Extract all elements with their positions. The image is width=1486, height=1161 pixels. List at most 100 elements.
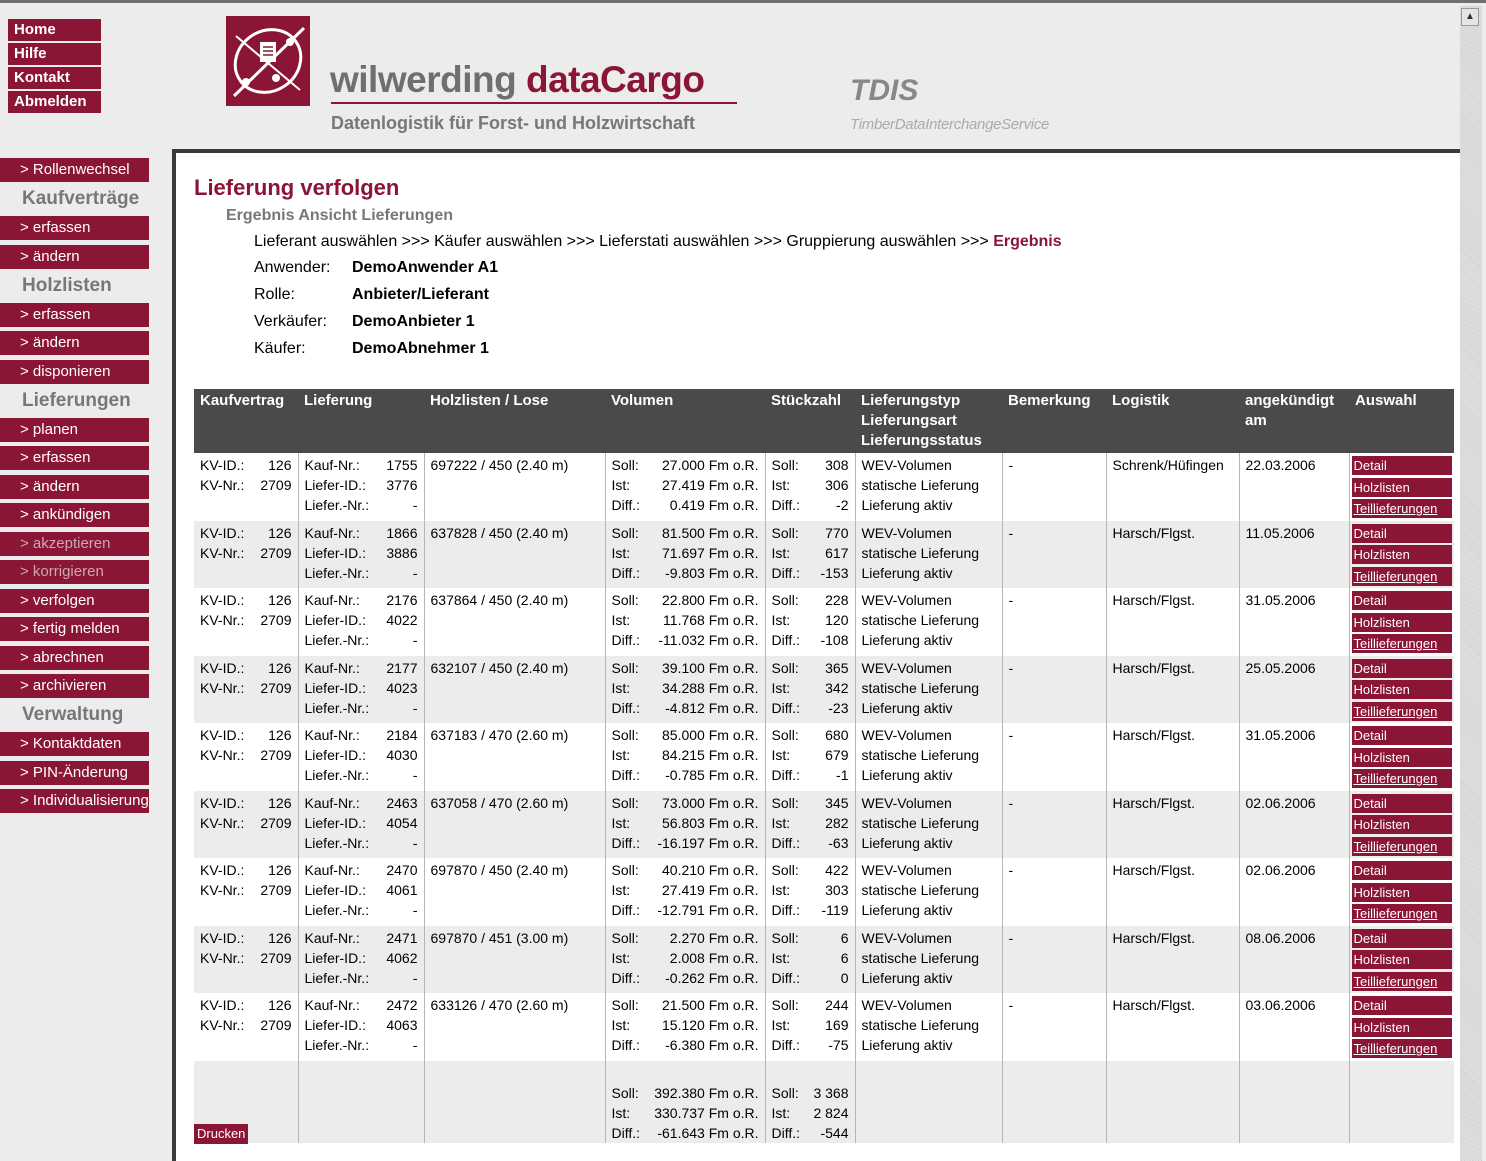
holzlisten-button[interactable]: Holzlisten	[1351, 680, 1452, 699]
angekuendigt-date: 02.06.2006	[1245, 862, 1316, 878]
print-button[interactable]: Drucken	[194, 1124, 249, 1144]
lieferung-typ: WEV-Volumen	[861, 727, 952, 743]
sidebar-item[interactable]: > planen	[0, 417, 149, 442]
teillieferungen-button[interactable]: Teillieferungen	[1351, 904, 1452, 923]
detail-button[interactable]: Detail	[1351, 456, 1452, 475]
cell-angekuendigt: 31.05.2006	[1238, 588, 1349, 656]
teillieferungen-button[interactable]: Teillieferungen	[1351, 701, 1452, 721]
teillieferungen-button[interactable]: Teillieferungen	[1351, 566, 1452, 586]
kv-nr-label: KV-Nr.:	[200, 477, 245, 493]
detail-button[interactable]: Detail	[1351, 726, 1452, 745]
sidebar-item[interactable]: > ändern	[0, 244, 149, 269]
top-nav-hilfe-button[interactable]: Hilfe	[8, 43, 101, 65]
sidebar-item-rollenwechsel[interactable]: > Rollenwechsel	[0, 158, 149, 182]
liefer-id-value: 4062	[386, 949, 418, 966]
vol-diff-label: Diff.:	[611, 497, 641, 513]
liefer-id-label: Liefer-ID.:	[304, 477, 366, 493]
kauf-nr-value: 2177	[386, 659, 418, 676]
cell-lieferung: Kauf-Nr.: 1866 Liefer-ID.: 3886 Liefer.-Nr.:…	[297, 520, 424, 588]
cell-stueckzahl: Soll: 228 Ist: 120 Diff.: -108	[764, 588, 855, 656]
info-row: Rolle: Anbieter/Lieferant	[254, 286, 489, 304]
top-nav-kontakt-button[interactable]: Kontakt	[8, 67, 101, 89]
st-diff-value: 0	[840, 969, 849, 986]
lieferung-status: Lieferung aktiv	[861, 497, 953, 513]
teillieferungen-button[interactable]: Teillieferungen	[1351, 1039, 1452, 1058]
top-nav-home-button[interactable]: Home	[8, 19, 101, 41]
vol-soll-value: 85.000 Fm o.R.	[662, 727, 759, 743]
vertical-scrollbar[interactable]	[1460, 6, 1482, 1161]
holzlisten-button[interactable]: Holzlisten	[1351, 1017, 1452, 1037]
column-header: Stückzahl	[765, 389, 855, 453]
sidebar-item[interactable]: > Individualisierung	[0, 789, 149, 813]
st-ist-value: 679	[825, 747, 849, 763]
teillieferungen-button[interactable]: Teillieferungen	[1351, 769, 1452, 788]
kv-nr-label: KV-Nr.:	[200, 544, 245, 561]
teillieferungen-button[interactable]: Teillieferungen	[1351, 499, 1452, 518]
top-nav-abmelden-button[interactable]: Abmelden	[8, 91, 101, 113]
sidebar-item[interactable]: > erfassen	[0, 446, 149, 470]
holzlisten-button[interactable]: Holzlisten	[1351, 882, 1452, 902]
detail-button[interactable]: Detail	[1351, 996, 1452, 1015]
st-diff: Diff.: 0	[772, 968, 849, 988]
cell-lieferungstyp: WEV-Volumen statische Lieferung Lieferung …	[854, 925, 1002, 993]
sidebar-item[interactable]: > fertig melden	[0, 617, 149, 641]
scroll-up-arrow-icon[interactable]: ▲	[1461, 8, 1479, 26]
holzlisten-button[interactable]: Holzlisten	[1351, 747, 1452, 767]
tdis-subtitle: TimberDataInterchangeService	[850, 116, 1050, 133]
kv-nr: KV-Nr.: 2709	[200, 610, 292, 630]
st-ist-label: Ist:	[771, 747, 791, 763]
detail-button[interactable]: Detail	[1351, 793, 1452, 813]
sidebar-item[interactable]: > abrechnen	[0, 645, 149, 670]
liefer-nr-label: Liefer.-Nr.:	[304, 767, 370, 783]
sidebar-item[interactable]: > ändern	[0, 331, 149, 355]
holzlisten-button[interactable]: Holzlisten	[1351, 815, 1452, 834]
teillieferungen-button[interactable]: Teillieferungen	[1351, 836, 1452, 856]
st-ist-label: Ist:	[771, 882, 791, 898]
cell-kaufvertrag: KV-ID.: 126 KV-Nr.: 2709	[194, 925, 298, 993]
kv-nr-value: 2709	[260, 814, 292, 831]
kauf-nr: Kauf-Nr.: 2470	[305, 860, 418, 880]
info-value: Anbieter/Lieferant	[352, 286, 489, 303]
kv-id-label: KV-ID.:	[200, 997, 245, 1013]
holzlisten-button[interactable]: Holzlisten	[1351, 545, 1452, 564]
cell-angekuendigt: 31.05.2006	[1238, 723, 1349, 791]
liefer-nr-label: Liefer.-Nr.:	[304, 699, 370, 716]
logistik: Harsch/Flgst.	[1112, 794, 1195, 811]
lieferung-art: statische Lieferung	[861, 949, 980, 966]
detail-button[interactable]: Detail	[1351, 591, 1452, 610]
sidebar-item[interactable]: > erfassen	[0, 302, 149, 327]
teillieferungen-button[interactable]: Teillieferungen	[1351, 971, 1452, 991]
holzlisten-button[interactable]: Holzlisten	[1351, 612, 1452, 632]
detail-button[interactable]: Detail	[1351, 658, 1452, 678]
liefer-id: Liefer-ID.: 4063	[305, 1015, 418, 1035]
cell-bemerkung: -	[1001, 588, 1106, 656]
table-row: KV-ID.: 126 KV-Nr.: 2709 Kauf-Nr.: 1755 Liefer…	[194, 453, 1454, 521]
sidebar-item[interactable]: > ändern	[0, 474, 149, 499]
sidebar-item[interactable]: > verfolgen	[0, 588, 149, 613]
holzlisten-button[interactable]: Holzlisten	[1351, 477, 1452, 497]
vol-ist-label: Ist:	[611, 814, 631, 831]
detail-button[interactable]: Detail	[1351, 861, 1452, 880]
sidebar-item[interactable]: > PIN-Änderung	[0, 760, 149, 785]
sidebar-item[interactable]: > Kontaktdaten	[0, 732, 149, 756]
cell-auswahl: Detail Holzlisten Teillieferungen	[1348, 655, 1454, 723]
st-diff: Diff.: -108	[772, 630, 849, 650]
sidebar-item[interactable]: > disponieren	[0, 359, 149, 384]
total-st_ist-value: 2 824	[813, 1104, 849, 1121]
holzliste-los: 637828 / 450 (2.40 m)	[430, 524, 569, 541]
detail-button[interactable]: Detail	[1351, 928, 1452, 948]
st-soll-value: 365	[825, 659, 849, 676]
st-diff-value: -108	[820, 632, 849, 648]
sidebar-item[interactable]: > ankündigen	[0, 503, 149, 527]
sidebar-item[interactable]: > erfassen	[0, 216, 149, 240]
holzlisten-button[interactable]: Holzlisten	[1351, 950, 1452, 969]
cell-auswahl: Detail Holzlisten Teillieferungen	[1348, 453, 1454, 521]
kauf-nr-value: 2471	[386, 929, 418, 946]
angekuendigt-date: 22.03.2006	[1245, 457, 1316, 473]
sidebar-item[interactable]: > archivieren	[0, 674, 149, 698]
cell-lieferungstyp: WEV-Volumen statische Lieferung Lieferung …	[854, 655, 1002, 723]
detail-button[interactable]: Detail	[1351, 523, 1452, 543]
teillieferungen-button[interactable]: Teillieferungen	[1351, 634, 1452, 653]
vol-soll: Soll: 27.000 Fm o.R.	[612, 455, 759, 475]
lieferung-typ: WEV-Volumen	[861, 997, 952, 1013]
